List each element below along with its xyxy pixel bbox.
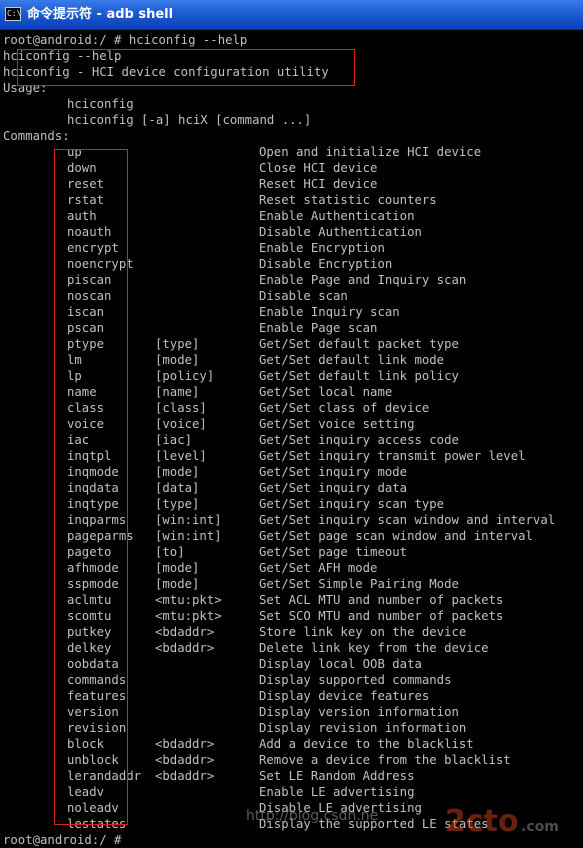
console-icon-label: C:\ [7, 9, 22, 18]
command-desc: Display device features [259, 689, 430, 703]
usage-line: hciconfig [-a] hciX [command ...] [67, 113, 312, 127]
command-param: [mode] [155, 353, 200, 367]
command-desc: Get/Set inquiry mode [259, 465, 408, 479]
command-param: [mode] [155, 561, 200, 575]
console-icon[interactable]: C:\ [5, 7, 21, 21]
title-bar[interactable]: C:\ 命令提示符 - adb shell [0, 0, 583, 30]
window-title: 命令提示符 - adb shell [27, 7, 174, 22]
command-desc: Reset HCI device [259, 177, 378, 191]
command-desc: Delete link key from the device [259, 641, 489, 655]
command-param: <mtu:pkt> [155, 593, 222, 607]
usage-line: hciconfig [67, 97, 134, 111]
command-desc: Get/Set class of device [259, 401, 430, 415]
command-desc: Close HCI device [259, 161, 378, 175]
command-desc: Set LE Random Address [259, 769, 415, 783]
command-desc: Get/Set inquiry access code [259, 433, 459, 447]
command-desc: Get/Set AFH mode [259, 561, 378, 575]
command-desc: Display local OOB data [259, 657, 422, 671]
command-desc: Enable LE advertising [259, 785, 415, 799]
watermark-logo-text: 2cto [445, 804, 519, 838]
command-param: [class] [155, 401, 207, 415]
command-desc: Disable scan [259, 289, 348, 303]
command-desc: Get/Set inquiry scan window and interval [259, 513, 556, 527]
command-desc: Get/Set default packet type [259, 337, 459, 351]
prompt-line: root@android:/ # hciconfig --help [3, 33, 248, 47]
command-desc: Display supported commands [259, 673, 452, 687]
command-desc: Enable Page scan [259, 321, 378, 335]
commands-label: Commands: [3, 129, 70, 143]
command-desc: Get/Set inquiry data [259, 481, 408, 495]
command-param: [iac] [155, 433, 193, 447]
command-desc: Display version information [259, 705, 459, 719]
command-param: [mode] [155, 577, 200, 591]
command-param: [name] [155, 385, 200, 399]
command-desc: Enable Encryption [259, 241, 385, 255]
command-desc: Enable Authentication [259, 209, 415, 223]
command-desc: Get/Set default link mode [259, 353, 445, 367]
watermark-logo-sub: .com [521, 819, 559, 835]
command-desc: Open and initialize HCI device [259, 145, 482, 159]
command-param: [type] [155, 497, 200, 511]
command-param: [win:int] [155, 513, 222, 527]
command-param: [to] [155, 545, 185, 559]
command-desc: Get/Set page scan window and interval [259, 529, 533, 543]
command-desc: Get/Set Simple Pairing Mode [259, 577, 459, 591]
command-param: [voice] [155, 417, 207, 431]
command-param: <bdaddr> [155, 769, 215, 783]
command-desc: Get/Set default link policy [259, 369, 459, 383]
command-desc: Set SCO MTU and number of packets [259, 609, 504, 623]
command-param: [mode] [155, 465, 200, 479]
command-param: <bdaddr> [155, 737, 215, 751]
command-param: <bdaddr> [155, 753, 215, 767]
command-param: <bdaddr> [155, 641, 215, 655]
command-desc: Enable Inquiry scan [259, 305, 400, 319]
command-desc: Get/Set inquiry transmit power level [259, 449, 526, 463]
command-desc: Reset statistic counters [259, 193, 437, 207]
command-desc: Add a device to the blacklist [259, 737, 474, 751]
command-param: <mtu:pkt> [155, 609, 222, 623]
command-desc: Disable Authentication [259, 225, 422, 239]
command-desc: Get/Set local name [259, 385, 393, 399]
command-desc: Display revision information [259, 721, 467, 735]
command-desc: Remove a device from the blacklist [259, 753, 511, 767]
command-param: [data] [155, 481, 200, 495]
highlight-box-help [17, 49, 355, 86]
command-desc: Get/Set inquiry scan type [259, 497, 445, 511]
command-desc: Store link key on the device [259, 625, 467, 639]
command-desc: Get/Set voice setting [259, 417, 415, 431]
command-param: [type] [155, 337, 200, 351]
command-param: <bdaddr> [155, 625, 215, 639]
command-desc: Enable Page and Inquiry scan [259, 273, 467, 287]
command-desc: Get/Set page timeout [259, 545, 408, 559]
command-param: [level] [155, 449, 207, 463]
command-desc: Set ACL MTU and number of packets [259, 593, 504, 607]
highlight-box-commands [54, 149, 128, 825]
command-param: [policy] [155, 369, 215, 383]
command-desc: Disable Encryption [259, 257, 393, 271]
command-param: [win:int] [155, 529, 222, 543]
watermark-logo: 2cto .com [445, 804, 559, 838]
watermark-url: http://blog.csdn.ne [246, 808, 379, 824]
